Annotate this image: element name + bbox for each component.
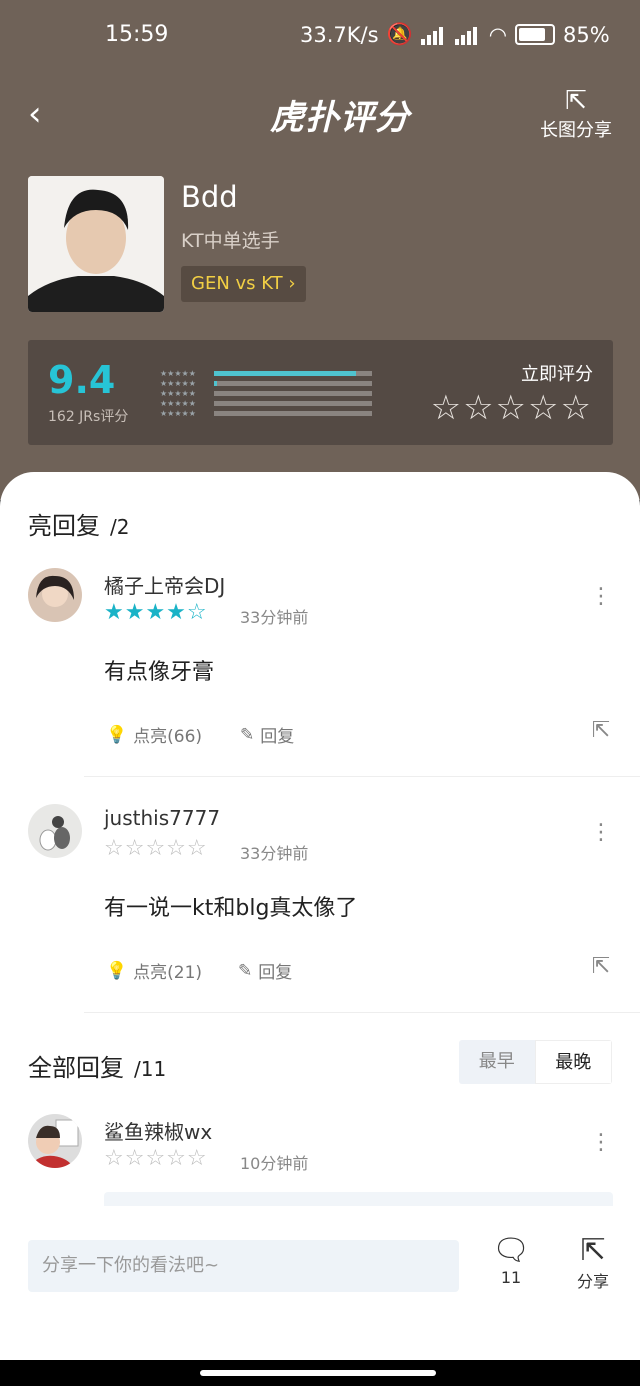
long-image-share-button[interactable]: ⇱ 长图分享 xyxy=(540,86,612,142)
highlight-title-text: 亮回复 xyxy=(28,512,100,540)
signal-icon xyxy=(420,25,447,45)
highlight-title: 亮回复/2 xyxy=(28,506,129,541)
comment-text: 有一说一kt和blg真太像了 xyxy=(104,896,358,921)
back-button[interactable]: ‹ xyxy=(28,94,42,134)
chat-bubble-icon: 🗨 xyxy=(491,1233,531,1268)
dist-row-3: ★★★★★ xyxy=(160,388,372,398)
divider xyxy=(84,1012,640,1013)
comment-time: 33分钟前 xyxy=(240,608,309,627)
share-label: 分享 xyxy=(576,1272,609,1291)
like-label: 点亮(66) xyxy=(133,727,203,747)
dist-row-4: ★★★★★ xyxy=(160,378,372,388)
battery-percent: 85% xyxy=(563,22,610,47)
all-replies-count: /11 xyxy=(134,1057,167,1081)
nav-bar: ‹ 虎扑评分 ⇱ 长图分享 xyxy=(0,80,640,150)
reply-button[interactable]: ✎ 回复 xyxy=(240,722,295,748)
reply-label: 回复 xyxy=(258,963,293,983)
avatar[interactable] xyxy=(28,568,82,622)
dist-row-5: ★★★★★ xyxy=(160,368,372,378)
stars-empty: ☆ xyxy=(186,600,208,625)
comments-button[interactable]: 🗨 11 xyxy=(490,1233,532,1288)
battery-icon xyxy=(515,24,556,45)
rating-card: 9.4 162 JRs评分 ★★★★★ ★★★★★ ★★★★★ ★★★★★ ★★… xyxy=(28,340,613,445)
share-icon: ⇱ xyxy=(565,86,587,116)
more-icon[interactable]: ⋮ xyxy=(590,584,612,609)
share-icon: ⇱ xyxy=(580,1233,606,1268)
status-bar: 15:59 33.7K/s 🔕 ◠ 85% xyxy=(0,22,640,54)
comment-time: 10分钟前 xyxy=(240,1154,309,1173)
comment-share-icon[interactable]: ⇱ xyxy=(592,718,610,743)
comment-time: 33分钟前 xyxy=(240,844,309,863)
comment-input[interactable]: 分享一下你的看法吧~ xyxy=(28,1240,459,1292)
all-replies-title: 全部回复/11 xyxy=(28,1048,166,1083)
match-tag[interactable]: GEN vs KT › xyxy=(181,266,306,302)
dist-row-2: ★★★★★ xyxy=(160,398,372,408)
player-photo xyxy=(28,176,164,312)
home-indicator xyxy=(200,1370,436,1376)
lightbulb-icon: 💡 xyxy=(106,724,128,745)
player-name: Bdd xyxy=(181,180,238,214)
comment-stars: ★★★★☆ xyxy=(104,600,208,625)
comment-text: 有点像牙膏 xyxy=(104,660,215,685)
rating-score: 9.4 xyxy=(48,358,116,402)
more-icon[interactable]: ⋮ xyxy=(590,820,612,845)
avatar[interactable] xyxy=(28,804,82,858)
like-button[interactable]: 💡 点亮(66) xyxy=(106,722,203,748)
rate-now-label: 立即评分 xyxy=(521,364,593,385)
signal-icon-2 xyxy=(454,25,481,45)
dist-row-1: ★★★★★ xyxy=(160,408,372,418)
more-icon[interactable]: ⋮ xyxy=(590,1130,612,1155)
sort-earliest-button[interactable]: 最早 xyxy=(459,1040,535,1084)
all-replies-title-text: 全部回复 xyxy=(28,1054,124,1082)
edit-icon: ✎ xyxy=(240,724,255,745)
like-label: 点亮(21) xyxy=(133,963,203,983)
comment-username[interactable]: 橘子上帝会DJ xyxy=(104,570,225,599)
dist-fill-5 xyxy=(214,370,357,376)
edit-icon: ✎ xyxy=(238,960,253,981)
avatar[interactable] xyxy=(28,1114,82,1168)
comment-stars: ☆☆☆☆☆ xyxy=(104,836,208,861)
lightbulb-icon: 💡 xyxy=(106,960,128,981)
sort-toggle: 最早 最晚 xyxy=(459,1040,612,1084)
network-speed: 33.7K/s xyxy=(300,22,379,47)
wifi-icon: ◠ xyxy=(488,22,508,47)
sort-latest-button[interactable]: 最晚 xyxy=(534,1040,612,1084)
comment-username[interactable]: justhis7777 xyxy=(104,806,220,830)
rating-count: 162 JRs评分 xyxy=(48,409,129,425)
app-logo: 虎扑评分 xyxy=(270,98,410,138)
player-role: KT中单选手 xyxy=(181,230,280,252)
bottom-bar: 分享一下你的看法吧~ 🗨 11 ⇱ 分享 xyxy=(0,1206,640,1360)
long-image-share-label: 长图分享 xyxy=(540,120,612,141)
dist-fill-4 xyxy=(214,380,218,386)
comment-share-icon[interactable]: ⇱ xyxy=(592,954,610,979)
mute-icon: 🔕 xyxy=(386,22,413,46)
rating-distribution: ★★★★★ ★★★★★ ★★★★★ ★★★★★ ★★★★★ xyxy=(160,368,372,418)
highlight-count: /2 xyxy=(110,515,130,539)
comment-stars: ☆☆☆☆☆ xyxy=(104,1146,208,1171)
reply-label: 回复 xyxy=(260,727,295,747)
share-button[interactable]: ⇱ 分享 xyxy=(572,1234,614,1292)
comment-username[interactable]: 鲨鱼辣椒wx xyxy=(104,1116,212,1145)
reply-button[interactable]: ✎ 回复 xyxy=(238,958,293,984)
rate-stars-input[interactable]: ☆☆☆☆☆ xyxy=(431,388,593,428)
divider xyxy=(84,776,640,777)
stars-filled: ★★★★ xyxy=(104,600,187,625)
like-button[interactable]: 💡 点亮(21) xyxy=(106,958,203,984)
status-time: 15:59 xyxy=(105,22,169,47)
comments-count: 11 xyxy=(500,1268,522,1287)
